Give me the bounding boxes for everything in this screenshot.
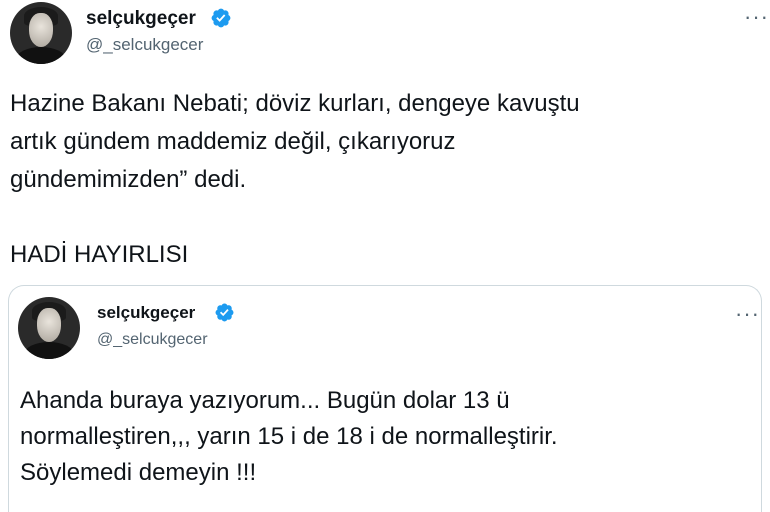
avatar-face: [36, 308, 62, 343]
avatar-body: [16, 46, 66, 64]
display-name[interactable]: selçukgeçer: [86, 8, 196, 30]
quoted-handle[interactable]: @_selcukgecer: [97, 331, 208, 349]
verified-badge-icon: [214, 302, 235, 323]
avatar[interactable]: [10, 2, 72, 64]
more-options-icon[interactable]: ···: [735, 303, 760, 325]
more-options-icon[interactable]: ···: [744, 6, 769, 28]
avatar-body: [24, 341, 74, 359]
quoted-tweet-text: Ahanda buraya yazıyorum... Bugün dolar 1…: [20, 387, 558, 486]
verified-badge-icon: [210, 7, 232, 29]
tweet-text: Hazine Bakanı Nebati; döviz kurları, den…: [10, 90, 580, 193]
tweet-header: selçukgeçer @_selcukgecer ···: [0, 0, 770, 70]
quoted-display-name[interactable]: selçukgeçer: [97, 303, 195, 323]
avatar-face: [28, 13, 54, 48]
handle[interactable]: @_selcukgecer: [86, 35, 203, 55]
quoted-avatar[interactable]: [18, 297, 80, 359]
tweet-text-shout: HADİ HAYIRLISI: [10, 241, 189, 268]
